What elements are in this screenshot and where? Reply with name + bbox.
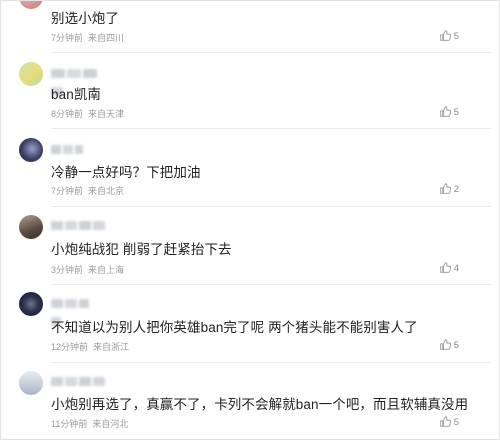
like-count: 4 bbox=[453, 263, 459, 274]
avatar[interactable] bbox=[19, 371, 43, 395]
thumbs-up-icon bbox=[439, 339, 451, 350]
thumbs-up-icon bbox=[439, 106, 451, 117]
thumbs-up-icon bbox=[439, 416, 451, 427]
comment-location: 来自浙江 bbox=[93, 342, 130, 352]
divider bbox=[51, 284, 491, 285]
comment-list: 别选小炮了 7分钟前 来自四川 5 ban凯南 8分钟前 来自天津 5 冷静一点好吗… bbox=[0, 0, 500, 440]
like-button[interactable]: 5 bbox=[439, 416, 459, 428]
like-button[interactable]: 5 bbox=[439, 106, 459, 118]
like-button[interactable]: 4 bbox=[439, 262, 459, 274]
avatar[interactable] bbox=[19, 292, 43, 316]
comment-meta: 3分钟前 来自上海 bbox=[51, 263, 124, 276]
comment-time: 7分钟前 bbox=[51, 33, 84, 43]
comment-location: 来自河北 bbox=[92, 419, 129, 429]
divider bbox=[51, 128, 491, 129]
comment-meta: 8分钟前 来自天津 bbox=[51, 107, 124, 120]
comment-meta: 11分钟前 来自河北 bbox=[51, 417, 128, 430]
divider bbox=[51, 52, 491, 53]
comment-meta: 7分钟前 来自北京 bbox=[51, 184, 124, 197]
username-blurred[interactable] bbox=[51, 141, 85, 154]
like-button[interactable]: 2 bbox=[439, 183, 459, 195]
comment-location: 来自四川 bbox=[88, 33, 125, 43]
thumbs-up-icon bbox=[439, 262, 451, 273]
avatar[interactable] bbox=[19, 1, 43, 9]
like-count: 5 bbox=[453, 107, 459, 118]
like-button[interactable]: 5 bbox=[439, 30, 459, 42]
comment-location: 来自天津 bbox=[88, 109, 125, 119]
divider bbox=[51, 206, 491, 207]
comment-text: 冷静一点好吗？下把加油 bbox=[51, 165, 201, 180]
username-blurred[interactable] bbox=[51, 65, 111, 96]
comment-location: 来自上海 bbox=[88, 265, 125, 275]
username-blurred[interactable] bbox=[51, 295, 101, 326]
comment-meta: 7分钟前 来自四川 bbox=[51, 31, 124, 44]
like-count: 2 bbox=[453, 184, 459, 195]
comment-meta: 12分钟前 来自浙江 bbox=[51, 340, 129, 353]
comment-location: 来自北京 bbox=[88, 186, 125, 196]
comment-time: 8分钟前 bbox=[51, 109, 84, 119]
like-button[interactable]: 5 bbox=[439, 339, 459, 351]
comment-time: 12分钟前 bbox=[51, 342, 89, 352]
avatar[interactable] bbox=[19, 62, 43, 86]
comment-text: 别选小炮了 bbox=[51, 11, 119, 26]
comment-text: 不知道以为别人把你英雄ban完了呢 两个猪头能不能别害人了 bbox=[51, 320, 418, 335]
avatar[interactable] bbox=[19, 215, 43, 239]
comment-time: 11分钟前 bbox=[51, 419, 88, 429]
username-blurred[interactable] bbox=[51, 373, 107, 386]
like-count: 5 bbox=[453, 31, 459, 42]
thumbs-up-icon bbox=[439, 183, 451, 194]
like-count: 5 bbox=[453, 417, 459, 428]
username-blurred[interactable] bbox=[51, 217, 107, 230]
comment-text: 小炮纯战犯 削弱了赶紧抬下去 bbox=[51, 242, 232, 257]
comment-text: ban凯南 bbox=[51, 87, 102, 102]
comment-time: 3分钟前 bbox=[51, 265, 84, 275]
avatar[interactable] bbox=[19, 138, 43, 162]
thumbs-up-icon bbox=[439, 30, 451, 41]
like-count: 5 bbox=[453, 340, 459, 351]
divider bbox=[51, 362, 491, 363]
comment-text: 小炮别再选了，真赢不了，卡列不会解就ban一个吧，而且软辅真没用 bbox=[51, 397, 469, 412]
comment-time: 7分钟前 bbox=[51, 186, 84, 196]
